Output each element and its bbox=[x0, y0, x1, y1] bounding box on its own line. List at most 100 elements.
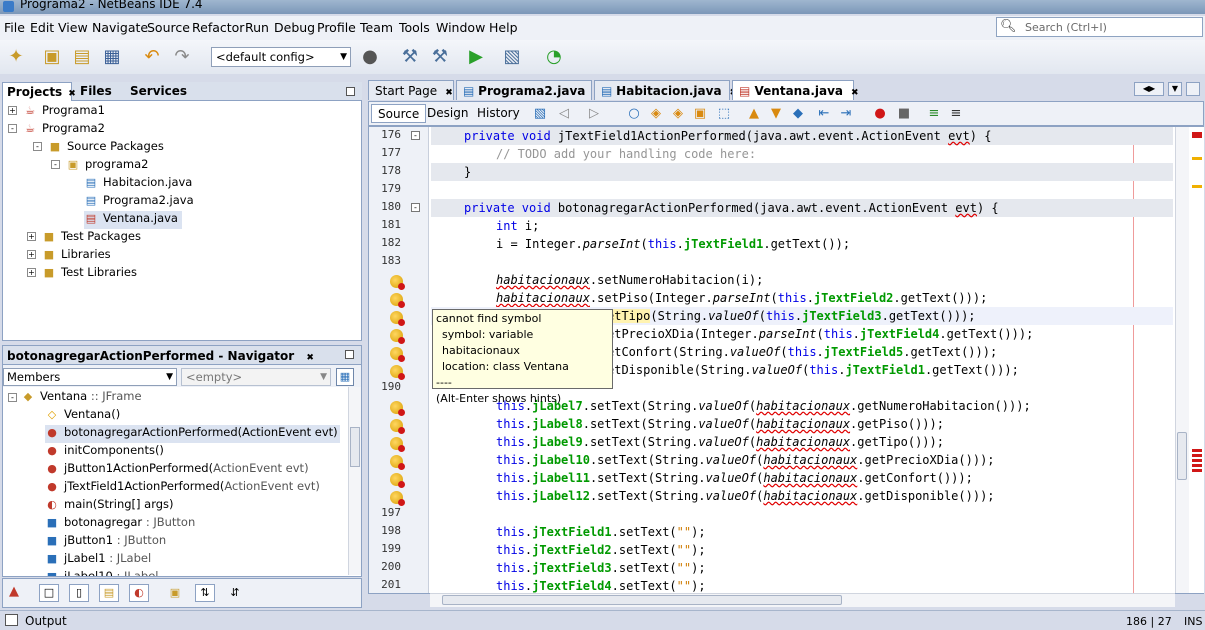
error-badge-icon[interactable] bbox=[390, 347, 405, 362]
editor-vertical-scrollbar[interactable] bbox=[1175, 127, 1189, 593]
tree-item-source-packages[interactable]: - ■ Source Packages bbox=[33, 139, 164, 157]
menu-refactor[interactable]: Refactor bbox=[192, 20, 244, 35]
error-badge-icon[interactable] bbox=[390, 473, 405, 488]
error-mark[interactable] bbox=[1192, 464, 1202, 467]
close-icon[interactable]: ✖ bbox=[68, 89, 76, 99]
tree-item-habitacion-java[interactable]: ▤ Habitacion.java bbox=[84, 175, 193, 193]
navigator-settings-icon[interactable]: ▦ bbox=[336, 368, 354, 386]
members-select[interactable]: Members ▼ bbox=[3, 368, 177, 386]
tab-list-icon[interactable]: ▼ bbox=[1168, 82, 1182, 96]
open-project-icon[interactable]: ▤ bbox=[70, 45, 94, 69]
new-file-icon[interactable]: ✦ bbox=[4, 45, 28, 69]
error-badge-icon[interactable] bbox=[390, 419, 405, 434]
nav-item-initcomponents[interactable]: ● initComponents() bbox=[45, 443, 164, 461]
profile-icon[interactable]: ◔ bbox=[542, 45, 566, 69]
stop-macro-icon[interactable]: ■ bbox=[895, 105, 913, 123]
sort-name-icon[interactable]: ⇅ bbox=[195, 584, 215, 602]
tree-item-test-libraries[interactable]: + ■ Test Libraries bbox=[27, 265, 137, 283]
show-static-icon[interactable]: ▯ bbox=[69, 584, 89, 602]
menu-team[interactable]: Team bbox=[360, 20, 393, 35]
menu-window[interactable]: Window bbox=[436, 20, 485, 35]
nav-item-jbutton1-action[interactable]: ● jButton1ActionPerformed(ActionEvent evt… bbox=[45, 461, 308, 479]
nav-item-botonagregar-action[interactable]: ● botonagregarActionPerformed(ActionEvent… bbox=[45, 425, 340, 443]
tree-item-libraries[interactable]: + ■ Libraries bbox=[27, 247, 111, 265]
config-select[interactable]: <default config> ▼ bbox=[211, 47, 351, 67]
nav-item-jlabel1[interactable]: ■ jLabel1 : JLabel bbox=[45, 551, 151, 569]
expand-icon[interactable]: + bbox=[27, 232, 36, 241]
redo-icon[interactable]: ↷ bbox=[170, 45, 194, 69]
globe-icon[interactable]: ● bbox=[358, 45, 382, 69]
save-all-icon[interactable]: ▦ bbox=[100, 45, 124, 69]
error-badge-icon[interactable] bbox=[390, 491, 405, 506]
nav-item-botonagregar[interactable]: ■ botonagregar : JButton bbox=[45, 515, 195, 533]
collapse-icon[interactable]: - bbox=[8, 124, 17, 133]
collapse-icon[interactable]: - bbox=[33, 142, 42, 151]
history-view-button[interactable]: History bbox=[471, 104, 526, 123]
error-mark[interactable] bbox=[1192, 454, 1202, 457]
error-badge-icon[interactable] bbox=[390, 401, 405, 416]
error-badge-icon[interactable] bbox=[390, 275, 405, 290]
tab-files[interactable]: Files bbox=[76, 82, 116, 101]
menu-debug[interactable]: Debug bbox=[274, 20, 315, 35]
filter-icon[interactable]: ▲ bbox=[9, 584, 19, 599]
tree-item-programa2-java[interactable]: ▤ Programa2.java bbox=[84, 193, 194, 211]
output-button[interactable]: Output bbox=[25, 614, 67, 628]
uncomment-icon[interactable]: ≡ bbox=[947, 105, 965, 123]
menu-navigate[interactable]: Navigate bbox=[92, 20, 148, 35]
fold-icon[interactable]: - bbox=[411, 203, 420, 212]
error-badge-icon[interactable] bbox=[390, 455, 405, 470]
empty-select[interactable]: <empty> ▼ bbox=[181, 368, 331, 386]
menu-view[interactable]: View bbox=[58, 20, 88, 35]
menu-profile[interactable]: Profile bbox=[317, 20, 356, 35]
warning-mark[interactable] bbox=[1192, 157, 1202, 160]
menu-help[interactable]: Help bbox=[489, 20, 518, 35]
search-input[interactable]: 🔍︎ Search (Ctrl+I) bbox=[996, 17, 1203, 37]
close-icon[interactable]: ✖ bbox=[445, 88, 453, 98]
navigator-scrollbar[interactable] bbox=[348, 387, 361, 575]
clean-build-icon[interactable]: ⚒ bbox=[428, 45, 452, 69]
find-icon[interactable]: ○ bbox=[625, 105, 643, 123]
debug-icon[interactable]: ▧ bbox=[500, 45, 524, 69]
nav-item-jlabel10[interactable]: ■ jLabel10 : JLabel bbox=[45, 569, 159, 576]
tree-item-programa2[interactable]: - ☕ Programa2 bbox=[8, 121, 105, 139]
tab-programa2-java[interactable]: ▤ Programa2.java✖ bbox=[456, 80, 601, 100]
tab-habitacion-java[interactable]: ▤ Habitacion.java✖ bbox=[594, 80, 737, 100]
tab-start-page[interactable]: Start Page ✖ bbox=[368, 80, 454, 100]
error-mark[interactable] bbox=[1192, 459, 1202, 462]
new-project-icon[interactable]: ▣ bbox=[40, 45, 64, 69]
tab-services[interactable]: Services bbox=[126, 82, 191, 101]
shift-left-icon[interactable]: ⇤ bbox=[815, 105, 833, 123]
menu-source[interactable]: Source bbox=[147, 20, 190, 35]
close-icon[interactable]: ✖ bbox=[306, 353, 314, 363]
find-next-icon[interactable]: ◈ bbox=[669, 105, 687, 123]
scroll-tabs-icon[interactable]: ◀▶ bbox=[1134, 82, 1164, 96]
nav-item-main[interactable]: ◐ main(String[] args) bbox=[45, 497, 173, 515]
toggle-bookmark-icon[interactable]: ◆ bbox=[789, 105, 807, 123]
error-badge-icon[interactable] bbox=[390, 437, 405, 452]
collapse-icon[interactable]: - bbox=[8, 393, 17, 402]
close-icon[interactable]: ✖ bbox=[851, 88, 859, 98]
undo-icon[interactable]: ↶ bbox=[140, 45, 164, 69]
last-edit-icon[interactable]: ▧ bbox=[531, 105, 549, 123]
comment-icon[interactable]: ≡ bbox=[925, 105, 943, 123]
forward-icon[interactable]: ▷ bbox=[585, 105, 603, 123]
menu-file[interactable]: File bbox=[4, 20, 25, 35]
next-bookmark-icon[interactable]: ▼ bbox=[767, 105, 785, 123]
tree-item-programa2-package[interactable]: - ▣ programa2 bbox=[51, 157, 148, 175]
build-hammer-icon[interactable]: ⚒ bbox=[398, 45, 422, 69]
previous-bookmark-icon[interactable]: ▲ bbox=[745, 105, 763, 123]
output-window-icon[interactable] bbox=[5, 614, 18, 626]
nav-item-jbutton1[interactable]: ■ jButton1 : JButton bbox=[45, 533, 166, 551]
menu-edit[interactable]: Edit bbox=[30, 20, 54, 35]
error-badge-icon[interactable] bbox=[390, 311, 405, 326]
menu-tools[interactable]: Tools bbox=[399, 20, 430, 35]
expand-icon[interactable]: + bbox=[8, 106, 17, 115]
error-stripe[interactable] bbox=[1190, 127, 1204, 593]
design-view-button[interactable]: Design bbox=[421, 104, 474, 123]
expand-icon[interactable]: + bbox=[27, 250, 36, 259]
line-number-gutter[interactable]: 176 177 178 179 180 181 182 183 190 197 … bbox=[369, 127, 429, 593]
source-view-button[interactable]: Source bbox=[371, 104, 427, 123]
nav-item-constructor[interactable]: ◇ Ventana() bbox=[45, 407, 120, 425]
fold-icon[interactable]: - bbox=[411, 131, 420, 140]
tab-ventana-java[interactable]: ▤ Ventana.java ✖ bbox=[732, 80, 859, 100]
